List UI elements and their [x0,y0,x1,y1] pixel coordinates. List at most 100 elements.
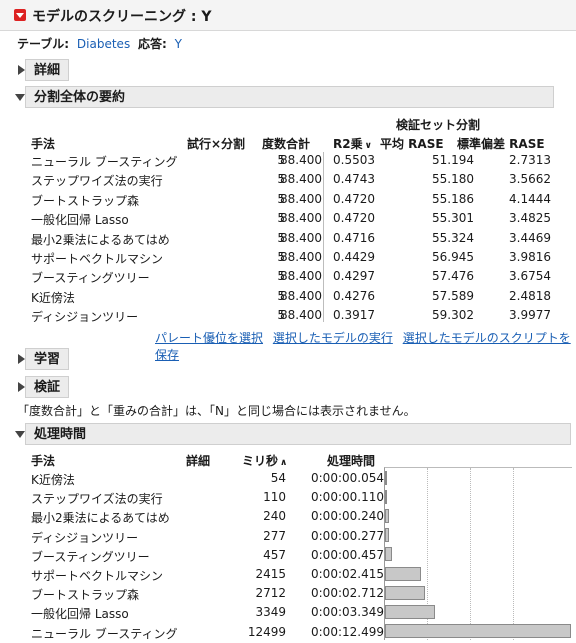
timing-time-cell: 0:00:00.110 [311,490,384,505]
timing-row[interactable]: 一般化回帰 Lasso 3349 0:00:03.349 [31,603,391,622]
section-training[interactable]: 学習 [25,348,69,370]
timing-method-cell: ブースティングツリー [31,549,150,564]
r2-cell: 0.4276 [333,288,375,303]
method-cell: サポートベクトルマシン [31,251,164,266]
method-cell: ディシジョンツリー [31,310,139,325]
summary-row[interactable]: ニューラル ブースティング 5 88.400 0.5503 51.194 2.7313 [31,151,551,170]
r2-cell: 0.4720 [333,211,375,226]
timing-time-cell: 0:00:00.054 [311,471,384,485]
summary-row[interactable]: ブートストラップ森 5 88.400 0.4720 55.186 4.1444 [31,190,551,209]
timing-ms-cell: 3349 [255,605,286,620]
mean-rase-cell: 57.476 [432,269,474,284]
section-validation[interactable]: 検証 [25,376,69,398]
col-r2[interactable]: R2乗 ∨ [333,135,372,152]
mean-rase-cell: 57.589 [432,288,474,303]
count-cell: 88.400 [280,249,322,264]
sort-descending-icon: ∨ [364,141,372,151]
summary-row[interactable]: サポートベクトルマシン 5 88.400 0.4429 56.945 3.9816 [31,248,551,267]
expand-icon[interactable] [18,382,25,392]
mean-rase-cell: 59.302 [432,308,474,323]
section-details[interactable]: 詳細 [25,59,69,81]
section-timing[interactable]: 処理時間 [25,423,571,445]
r2-cell: 0.4429 [333,249,375,264]
timing-ms-cell: 240 [263,509,286,524]
timing-row[interactable]: ディシジョンツリー 277 0:00:00.277 [31,527,391,546]
count-cell: 88.400 [280,288,322,303]
summary-row[interactable]: ディシジョンツリー 5 88.400 0.3917 59.302 3.9977 [31,306,551,325]
timing-col-time[interactable]: 処理時間 [327,452,375,469]
timing-time-cell: 0:00:00.457 [311,547,384,562]
timing-row[interactable]: ニューラル ブースティング 12499 0:00:12.499 [31,623,391,642]
timing-bar-chart [384,467,572,640]
section-summary[interactable]: 分割全体の要約 [25,86,554,108]
timing-time-cell: 0:00:02.415 [311,567,384,581]
timing-ms-cell: 2712 [255,586,286,601]
timing-col-ms-label: ミリ秒 [242,454,279,468]
timing-row[interactable]: ステップワイズ法の実行 110 0:00:00.110 [31,488,391,507]
timing-time-cell: 0:00:00.277 [311,528,384,543]
timing-ms-cell: 12499 [247,624,286,639]
table-info: テーブル: Diabetes 応答: Y [17,35,182,52]
timing-method-cell: ニューラル ブースティング [31,626,178,641]
timing-row[interactable]: K近傍法 54 0:00:00.054 [31,469,391,488]
col-sd-rase[interactable]: 標準偏差 RASE [457,135,545,152]
table-label: テーブル: [17,37,70,51]
sd-rase-cell: 3.9977 [509,308,551,323]
timing-col-detail[interactable]: 詳細 [186,452,210,469]
run-selected-link[interactable]: 選択したモデルの実行 [273,331,393,345]
expand-icon[interactable] [18,65,25,75]
col-method[interactable]: 手法 [31,135,55,152]
sd-rase-cell: 4.1444 [509,191,551,206]
timing-ms-cell: 2415 [255,567,286,581]
col-trials[interactable]: 試行×分割 [187,135,245,152]
summary-row[interactable]: K近傍法 5 88.400 0.4276 57.589 2.4818 [31,287,551,306]
timing-col-ms[interactable]: ミリ秒 ∧ [242,452,287,469]
timing-method-cell: 最小2乗法によるあてはめ [31,511,170,526]
sd-rase-cell: 2.4818 [509,288,551,303]
summary-row[interactable]: 一般化回帰 Lasso 5 88.400 0.4720 55.301 3.4825 [31,209,551,228]
timing-row[interactable]: ブートストラップ森 2712 0:00:02.712 [31,584,391,603]
table-value[interactable]: Diabetes [77,37,130,51]
timing-col-method[interactable]: 手法 [31,452,55,469]
mean-rase-cell: 51.194 [432,153,474,167]
timing-row[interactable]: ブースティングツリー 457 0:00:00.457 [31,546,391,565]
timing-row[interactable]: サポートベクトルマシン 2415 0:00:02.415 [31,565,391,584]
timing-ms-cell: 277 [263,528,286,543]
collapse-icon[interactable] [15,431,25,438]
section-timing-label: 処理時間 [34,427,87,442]
summary-row[interactable]: ステップワイズ法の実行 5 88.400 0.4743 55.180 3.5662 [31,170,551,189]
r2-cell: 0.4720 [333,191,375,206]
timing-method-cell: サポートベクトルマシン [31,569,164,583]
method-cell: ニューラル ブースティング [31,155,178,169]
count-cell: 88.400 [280,211,322,226]
method-cell: ステップワイズ法の実行 [31,174,163,189]
method-cell: K近傍法 [31,290,75,305]
col-count[interactable]: 度数合計 [262,135,310,152]
method-cell: ブースティングツリー [31,271,150,286]
col-r2-label: R2乗 [333,137,363,151]
red-triangle-menu-icon[interactable] [14,9,26,21]
timing-bar [385,624,571,639]
count-cell: 88.400 [280,230,322,245]
select-pareto-link[interactable]: パレート優位を選択 [155,331,263,345]
timing-ms-cell: 110 [263,490,286,505]
summary-row[interactable]: ブースティングツリー 5 88.400 0.4297 57.476 3.6754 [31,267,551,286]
collapse-icon[interactable] [15,94,25,101]
expand-icon[interactable] [18,354,25,364]
r2-cell: 0.4297 [333,269,375,284]
section-training-label: 学習 [34,352,61,367]
response-label: 応答: [138,37,167,51]
summary-row[interactable]: 最小2乗法によるあてはめ 5 88.400 0.4716 55.324 3.4469 [31,229,551,248]
col-mean-rase[interactable]: 平均 RASE [380,135,444,152]
sd-rase-cell: 2.7313 [509,153,551,167]
section-summary-label: 分割全体の要約 [34,90,126,105]
response-value[interactable]: Y [175,37,182,51]
note-text: 「度数合計」と「重みの合計」は、「N」と同じ場合には表示されません。 [17,404,416,418]
sd-rase-cell: 3.9816 [509,249,551,264]
mean-rase-cell: 55.186 [432,191,474,206]
timing-method-cell: 一般化回帰 Lasso [31,607,129,622]
r2-cell: 0.4716 [333,230,375,245]
summary-links: パレート優位を選択 選択したモデルの実行 選択したモデルのスクリプトを保存 [155,329,576,363]
section-validation-label: 検証 [34,380,61,395]
timing-row[interactable]: 最小2乗法によるあてはめ 240 0:00:00.240 [31,507,391,526]
